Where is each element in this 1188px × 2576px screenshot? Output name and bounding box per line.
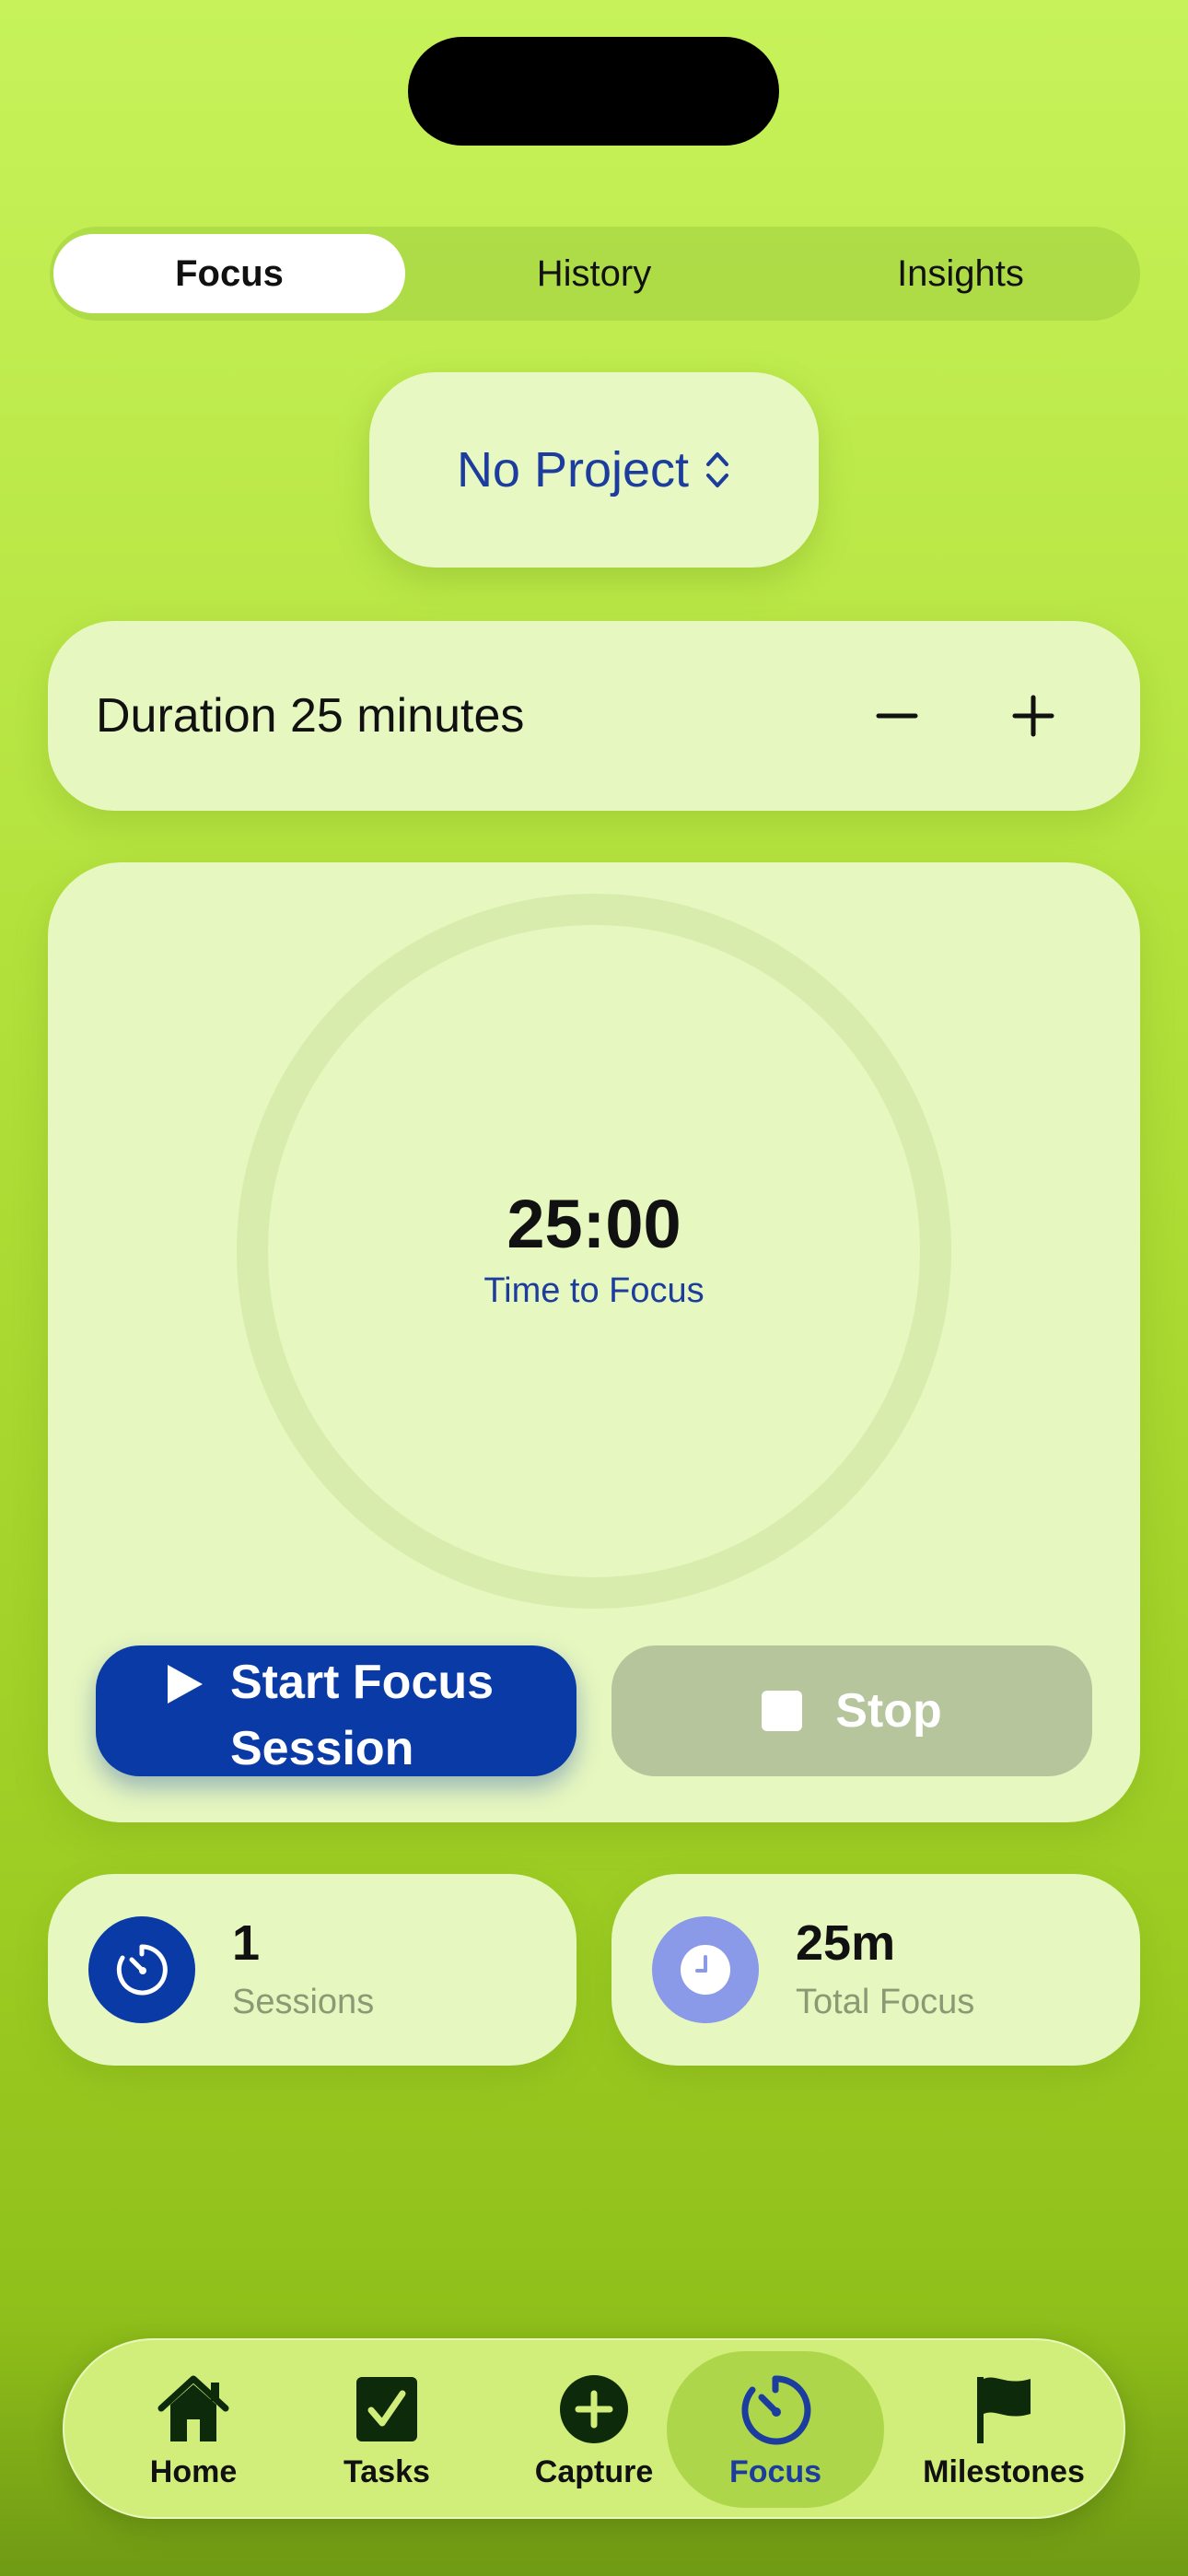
play-icon: [168, 1665, 203, 1704]
sessions-stat-card: 1 Sessions: [48, 1874, 577, 2066]
sessions-label: Sessions: [232, 1983, 375, 2021]
total-focus-stat-card: 25m Total Focus: [611, 1874, 1140, 2066]
segment-insights[interactable]: Insights: [785, 234, 1136, 313]
flag-icon: [977, 2376, 1031, 2443]
tab-milestones[interactable]: Milestones: [893, 2351, 1114, 2508]
segment-history[interactable]: History: [418, 234, 770, 313]
timer-caption: Time to Focus: [483, 1271, 705, 1310]
start-button-label: Start Focus Session: [230, 1656, 495, 1775]
tab-bar: Home Tasks Capture Focus Milestones: [63, 2338, 1125, 2519]
view-segmented-control: Focus History Insights: [50, 227, 1140, 321]
project-picker-label: No Project: [456, 442, 690, 498]
stop-icon: [762, 1691, 803, 1731]
stop-button-label: Stop: [835, 1684, 942, 1738]
tab-tasks[interactable]: Tasks: [313, 2351, 460, 2508]
total-focus-value: 25m: [796, 1915, 896, 1971]
checkbox-icon: [356, 2376, 417, 2441]
tab-focus-label: Focus: [728, 2453, 822, 2489]
clock-icon: [652, 1916, 759, 2023]
dynamic-island: [408, 37, 779, 146]
segment-focus[interactable]: Focus: [53, 234, 405, 313]
tab-focus[interactable]: Focus: [667, 2351, 884, 2508]
decrease-duration-button[interactable]: [860, 679, 934, 753]
timer-value: 25:00: [507, 1186, 681, 1262]
plus-icon: [1012, 695, 1054, 737]
sessions-value: 1: [232, 1915, 261, 1971]
tab-home[interactable]: Home: [120, 2351, 267, 2508]
tab-tasks-label: Tasks: [344, 2453, 430, 2489]
duration-card: Duration 25 minutes: [48, 621, 1140, 811]
house-icon: [157, 2375, 229, 2441]
tab-home-label: Home: [149, 2453, 238, 2489]
tab-capture-label: Capture: [534, 2453, 654, 2489]
project-picker-button[interactable]: No Project: [369, 372, 819, 568]
duration-label: Duration 25 minutes: [96, 689, 525, 743]
timer-card: 25:00 Time to Focus Start Focus Session …: [48, 862, 1140, 1822]
timer-icon: [741, 2374, 811, 2444]
tab-capture[interactable]: Capture: [507, 2351, 681, 2508]
increase-duration-button[interactable]: [996, 679, 1070, 753]
start-focus-session-button[interactable]: Start Focus Session: [96, 1645, 577, 1776]
plus-circle-icon: [560, 2374, 628, 2443]
stopwatch-icon: [88, 1916, 195, 2023]
stop-button[interactable]: Stop: [611, 1645, 1092, 1776]
chevron-up-down-icon: [706, 452, 729, 487]
total-focus-label: Total Focus: [796, 1983, 975, 2021]
tab-milestones-label: Milestones: [923, 2453, 1085, 2489]
minus-icon: [876, 713, 918, 719]
